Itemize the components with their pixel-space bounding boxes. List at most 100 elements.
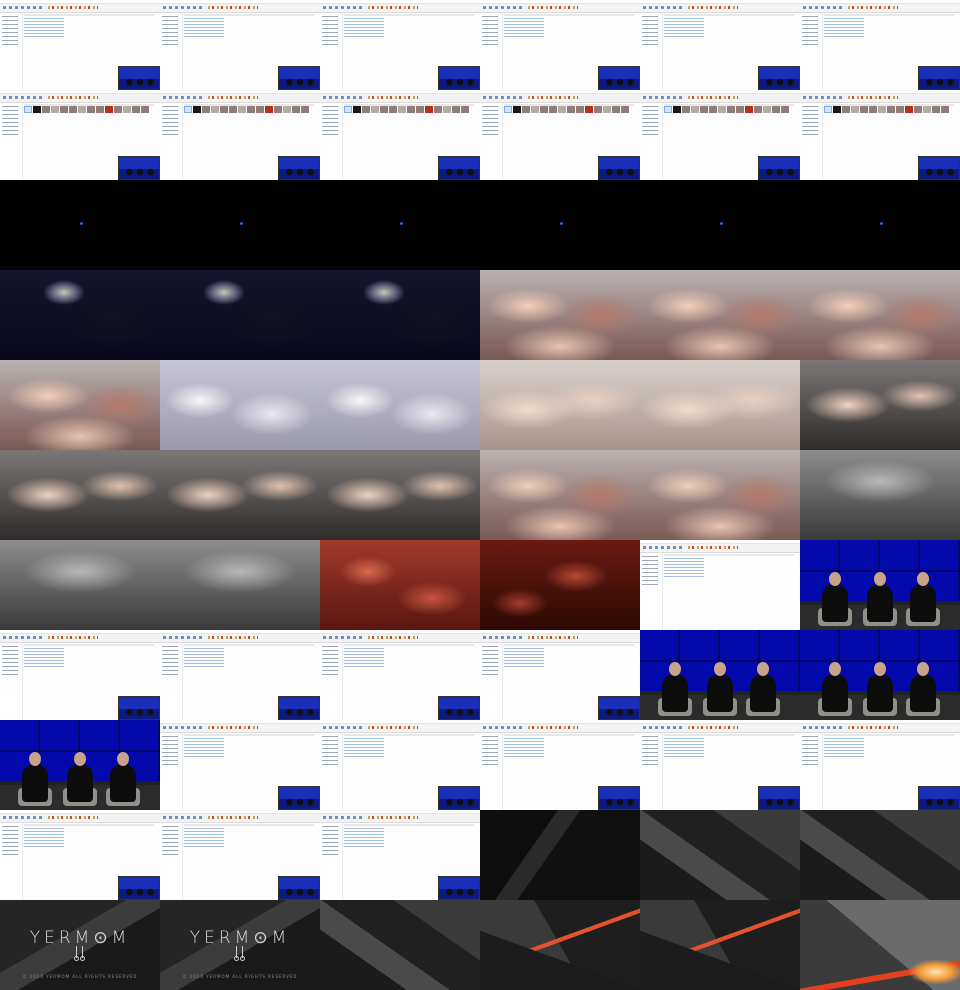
explorer-navpane	[480, 103, 503, 180]
file-thumbnail	[344, 106, 352, 113]
file-thumbnail	[567, 106, 575, 113]
explorer-file-list	[344, 648, 384, 668]
explorer-ribbon	[160, 4, 320, 13]
file-thumbnail	[202, 106, 210, 113]
file-thumbnail	[781, 106, 789, 113]
frame-thumbnail	[160, 810, 320, 900]
frame-thumbnail	[640, 630, 800, 720]
file-thumbnail	[141, 106, 149, 113]
file-thumbnail	[283, 106, 291, 113]
file-thumbnail	[700, 106, 708, 113]
file-thumbnail	[193, 106, 201, 113]
video-inset	[438, 66, 480, 90]
explorer-ribbon	[160, 724, 320, 733]
frame-thumbnail	[480, 180, 640, 270]
video-inset	[918, 786, 960, 810]
file-thumbnail	[824, 106, 832, 113]
file-thumbnail	[184, 106, 192, 113]
star-point	[720, 222, 723, 225]
explorer-file-thumbnails	[24, 106, 158, 114]
frame-thumbnail	[0, 180, 160, 270]
video-inset	[278, 66, 320, 90]
frame-thumbnail	[0, 810, 160, 900]
explorer-file-list	[344, 18, 384, 38]
frame-thumbnail	[800, 180, 960, 270]
frame-thumbnail	[480, 360, 640, 450]
file-thumbnail	[96, 106, 104, 113]
panelist	[822, 662, 848, 712]
explorer-ribbon	[320, 634, 480, 643]
explorer-navpane	[640, 103, 663, 180]
frame-thumbnail	[640, 540, 800, 630]
explorer-ribbon	[480, 94, 640, 103]
video-inset	[278, 876, 320, 900]
panelist	[910, 662, 936, 712]
file-thumbnail	[425, 106, 433, 113]
frame-thumbnail	[0, 450, 160, 540]
explorer-file-list	[824, 18, 864, 38]
file-thumbnail	[371, 106, 379, 113]
explorer-ribbon	[320, 814, 480, 823]
explorer-ribbon	[320, 4, 480, 13]
file-thumbnail	[860, 106, 868, 113]
video-inset	[758, 786, 800, 810]
video-inset	[278, 156, 320, 180]
frame-thumbnail	[320, 450, 480, 540]
file-thumbnail	[585, 106, 593, 113]
file-thumbnail	[594, 106, 602, 113]
explorer-ribbon	[320, 724, 480, 733]
frame-thumbnail	[160, 360, 320, 450]
video-inset	[598, 66, 640, 90]
explorer-navpane	[800, 103, 823, 180]
logo-word: YERM⊙M	[189, 928, 291, 948]
panelist	[110, 752, 136, 802]
file-thumbnail	[24, 106, 32, 113]
explorer-addr	[664, 554, 794, 556]
explorer-navpane	[320, 103, 343, 180]
video-inset	[438, 696, 480, 720]
frame-thumbnail	[320, 360, 480, 450]
file-thumbnail	[531, 106, 539, 113]
explorer-file-list	[184, 648, 224, 668]
explorer-navpane	[320, 823, 343, 900]
file-thumbnail	[603, 106, 611, 113]
explorer-navpane	[0, 103, 23, 180]
logo-drip	[234, 946, 239, 961]
file-thumbnail	[353, 106, 361, 113]
frame-thumbnail	[800, 0, 960, 90]
video-inset	[438, 786, 480, 810]
frame-thumbnail	[160, 0, 320, 90]
explorer-addr	[824, 14, 954, 16]
video-inset	[598, 156, 640, 180]
explorer-file-thumbnails	[344, 106, 478, 114]
panelist	[867, 572, 893, 622]
frame-thumbnail	[640, 450, 800, 540]
explorer-ribbon	[800, 724, 960, 733]
frame-thumbnail	[320, 90, 480, 180]
explorer-ribbon	[0, 94, 160, 103]
file-thumbnail	[612, 106, 620, 113]
explorer-ribbon	[640, 724, 800, 733]
file-thumbnail	[274, 106, 282, 113]
explorer-file-list	[24, 18, 64, 38]
explorer-file-thumbnails	[504, 106, 638, 114]
frame-thumbnail	[160, 450, 320, 540]
frame-thumbnail	[640, 90, 800, 180]
frame-thumbnail	[160, 270, 320, 360]
frame-thumbnail	[800, 900, 960, 990]
frame-thumbnail	[640, 720, 800, 810]
file-thumbnail	[558, 106, 566, 113]
video-inset	[918, 156, 960, 180]
frame-thumbnail	[480, 540, 640, 630]
file-thumbnail	[256, 106, 264, 113]
file-thumbnail	[60, 106, 68, 113]
file-thumbnail	[540, 106, 548, 113]
explorer-ribbon	[0, 814, 160, 823]
file-thumbnail	[123, 106, 131, 113]
explorer-file-list	[344, 828, 384, 848]
video-inset	[118, 876, 160, 900]
frame-thumbnail	[480, 810, 640, 900]
file-thumbnail	[416, 106, 424, 113]
frame-thumbnail	[0, 630, 160, 720]
explorer-file-thumbnails	[664, 106, 798, 114]
